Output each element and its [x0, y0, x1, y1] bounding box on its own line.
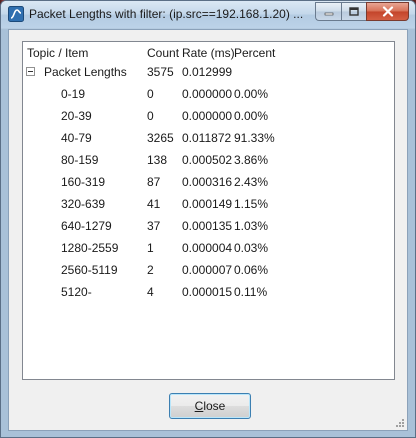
- dialog-window: Packet Lengths with filter: (ip.src==192…: [0, 0, 416, 438]
- tree-root-row[interactable]: Packet Lengths 3575 0.012999: [23, 62, 394, 84]
- row-percent: 0.11%: [234, 285, 268, 299]
- close-window-button[interactable]: [366, 2, 409, 21]
- tree-row[interactable]: 160-319 87 0.000316 2.43%: [23, 172, 394, 194]
- row-rate: 0.000007: [182, 263, 233, 277]
- tree-row[interactable]: 20-39 0 0.000000 0.00%: [23, 106, 394, 128]
- tree-row[interactable]: 1280-2559 1 0.000004 0.03%: [23, 238, 394, 260]
- row-percent: 2.43%: [234, 175, 269, 189]
- row-topic: 20-39: [61, 109, 92, 123]
- close-button[interactable]: Close: [169, 393, 251, 419]
- window-title: Packet Lengths with filter: (ip.src==192…: [29, 7, 304, 21]
- resize-grip-icon[interactable]: [393, 416, 405, 428]
- collapse-minus-icon[interactable]: [26, 67, 35, 76]
- tree-row[interactable]: 5120- 4 0.000015 0.11%: [23, 282, 394, 304]
- tree-row[interactable]: 2560-5119 2 0.000007 0.06%: [23, 260, 394, 282]
- tree-row[interactable]: 80-159 138 0.000502 3.86%: [23, 150, 394, 172]
- close-icon: [382, 6, 393, 17]
- row-rate: 0.000000: [182, 87, 233, 101]
- close-button-label: lose: [203, 399, 226, 413]
- caption-buttons: [315, 2, 409, 21]
- row-topic: 0-19: [61, 87, 86, 101]
- tree-row[interactable]: 640-1279 37 0.000135 1.03%: [23, 216, 394, 238]
- row-rate: 0.000502: [182, 153, 233, 167]
- row-rate: 0.000149: [182, 197, 233, 211]
- row-count: 4: [147, 285, 154, 299]
- minimize-button[interactable]: [315, 2, 341, 21]
- row-topic: 320-639: [61, 197, 106, 211]
- tree-row[interactable]: 40-79 3265 0.011872 91.33%: [23, 128, 394, 150]
- row-count: 0: [147, 87, 154, 101]
- row-rate: 0.000135: [182, 219, 233, 233]
- row-count: 87: [147, 175, 161, 189]
- column-header-rate[interactable]: Rate (ms): [182, 46, 235, 60]
- row-percent: 0.00%: [234, 87, 269, 101]
- wireshark-icon: [8, 6, 24, 22]
- row-topic: 1280-2559: [61, 241, 119, 255]
- minimize-icon: [324, 12, 333, 15]
- row-rate: 0.011872: [182, 131, 232, 145]
- stats-tree-list[interactable]: Topic / Item Count Rate (ms) Percent Pac…: [22, 41, 395, 380]
- row-count: 2: [147, 263, 154, 277]
- row-count: 138: [147, 153, 168, 167]
- row-rate: 0.000015: [182, 285, 233, 299]
- row-count: 37: [147, 219, 161, 233]
- row-percent: 91.33%: [234, 131, 275, 145]
- root-count: 3575: [147, 65, 174, 79]
- row-rate: 0.000004: [182, 241, 233, 255]
- row-percent: 0.00%: [234, 109, 269, 123]
- row-topic: 640-1279: [61, 219, 112, 233]
- dialog-client-area: Topic / Item Count Rate (ms) Percent Pac…: [8, 29, 408, 431]
- column-header-percent[interactable]: Percent: [234, 46, 275, 60]
- column-header-count[interactable]: Count: [147, 46, 179, 60]
- title-bar[interactable]: Packet Lengths with filter: (ip.src==192…: [1, 1, 415, 28]
- row-count: 41: [147, 197, 161, 211]
- row-percent: 0.06%: [234, 263, 269, 277]
- row-count: 3265: [147, 131, 174, 145]
- maximize-icon: [349, 6, 359, 16]
- row-percent: 0.03%: [234, 241, 269, 255]
- row-percent: 1.03%: [234, 219, 269, 233]
- root-rate: 0.012999: [182, 65, 233, 79]
- row-topic: 40-79: [61, 131, 92, 145]
- row-percent: 3.86%: [234, 153, 269, 167]
- column-header-row: Topic / Item Count Rate (ms) Percent: [23, 42, 394, 62]
- row-topic: 160-319: [61, 175, 106, 189]
- maximize-button[interactable]: [341, 2, 366, 21]
- row-count: 0: [147, 109, 154, 123]
- row-topic: 2560-5119: [61, 263, 118, 277]
- root-topic: Packet Lengths: [44, 65, 127, 79]
- row-rate: 0.000316: [182, 175, 233, 189]
- row-percent: 1.15%: [234, 197, 269, 211]
- tree-row[interactable]: 320-639 41 0.000149 1.15%: [23, 194, 394, 216]
- row-rate: 0.000000: [182, 109, 233, 123]
- column-header-topic[interactable]: Topic / Item: [27, 46, 88, 60]
- tree-row[interactable]: 0-19 0 0.000000 0.00%: [23, 84, 394, 106]
- row-count: 1: [147, 241, 154, 255]
- row-topic: 5120-: [61, 285, 92, 299]
- row-topic: 80-159: [61, 153, 99, 167]
